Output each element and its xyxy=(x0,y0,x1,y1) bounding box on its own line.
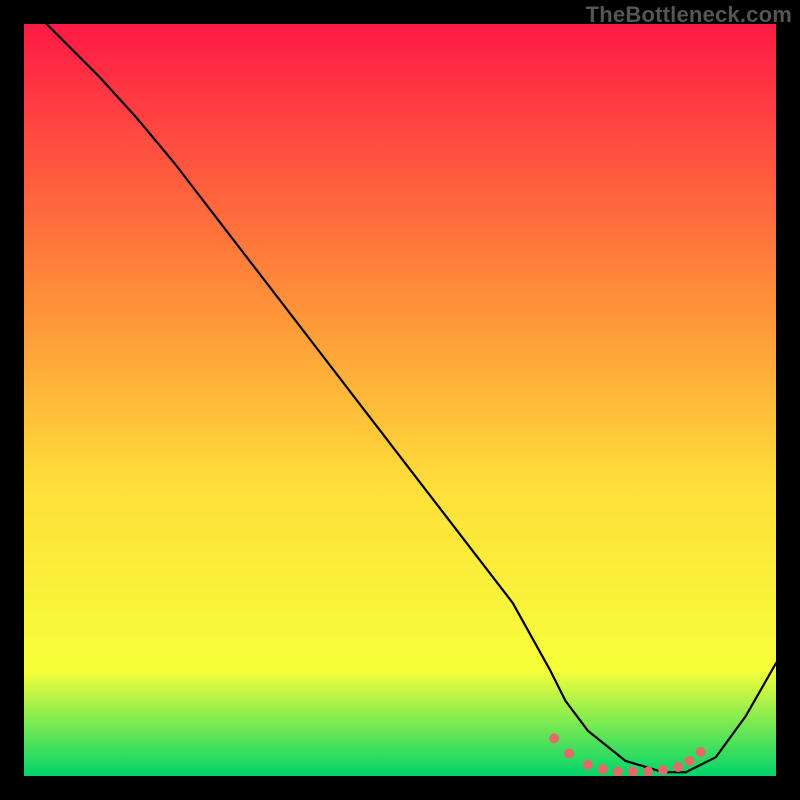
sweet-spot-dot xyxy=(685,756,695,766)
sweet-spot-dot xyxy=(598,764,608,774)
chart-svg xyxy=(24,24,776,776)
sweet-spot-dot xyxy=(696,747,706,757)
sweet-spot-dot xyxy=(564,748,574,758)
sweet-spot-dot xyxy=(583,760,593,770)
sweet-spot-dot xyxy=(673,762,683,772)
sweet-spot-dot xyxy=(549,733,559,743)
sweet-spot-dot xyxy=(658,765,668,775)
gradient-background xyxy=(24,24,776,776)
plot-area xyxy=(24,24,776,776)
chart-frame: TheBottleneck.com xyxy=(0,0,800,800)
